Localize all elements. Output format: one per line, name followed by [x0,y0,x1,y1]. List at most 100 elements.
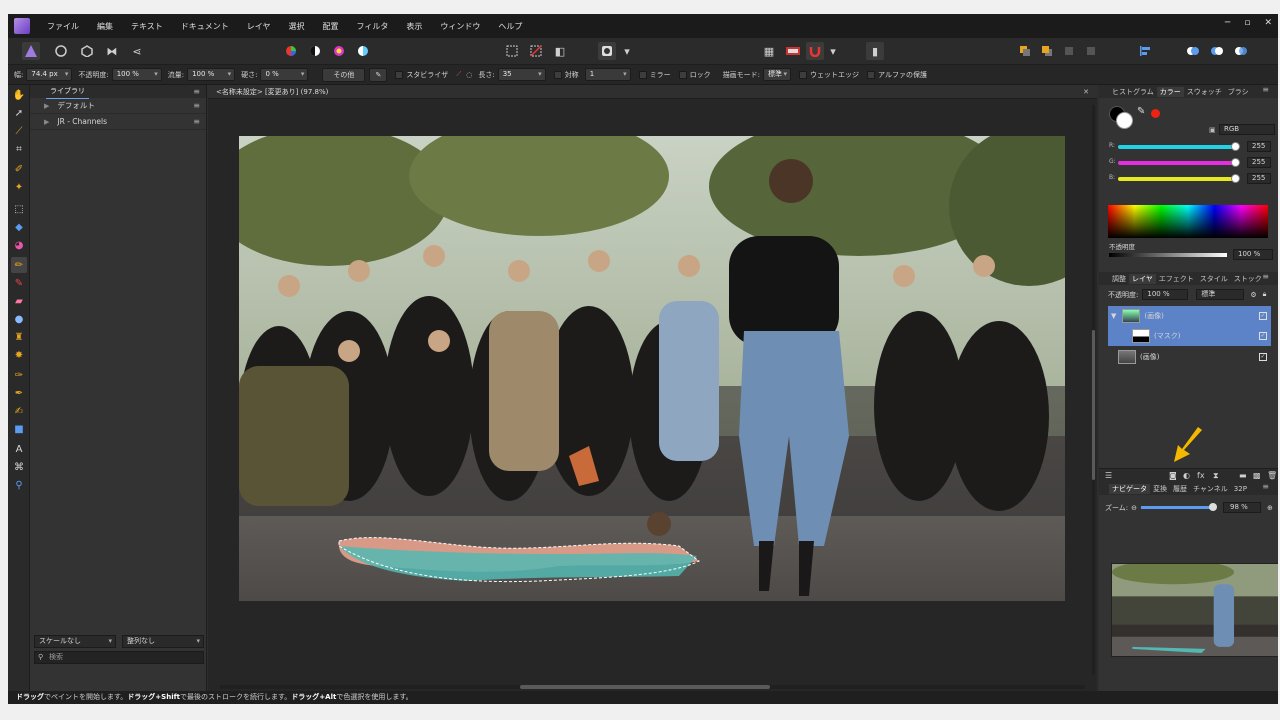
layer-lock-icon[interactable]: 🔒︎ [1263,290,1267,299]
zoom-tool-icon[interactable]: ⚲ [11,477,27,493]
add-mask-icon[interactable]: ◙ [1169,471,1177,480]
zoom-slider[interactable] [1141,503,1218,511]
maximize-button[interactable]: ▫ [1244,18,1250,28]
item-menu-icon[interactable]: ≡ [193,114,200,130]
zoom-slider-knob[interactable] [1209,503,1218,511]
tab-layers[interactable]: レイヤ [1129,273,1156,284]
primary-color-swatch[interactable] [1116,112,1133,129]
zoom-field[interactable]: 98 % [1223,502,1262,513]
menu-filter[interactable]: フィルタ [348,21,398,32]
blue-slider[interactable] [1118,174,1240,183]
crop-tool-icon[interactable]: ⌗ [11,141,27,157]
length-field[interactable]: 35 [497,68,546,81]
white-balance-icon[interactable] [354,42,372,60]
layer-visibility-checkbox[interactable]: ✓ [1259,332,1267,340]
smudge-tool-icon[interactable]: ✑ [11,367,27,383]
flood-select-icon[interactable]: ✦ [11,179,27,195]
library-item[interactable]: ▶ JR - Channels ≡ [30,114,206,130]
item-menu-icon[interactable]: ≡ [193,98,200,114]
rope-mode-icon[interactable]: ⟋ [456,70,461,79]
menu-select[interactable]: 選択 [280,21,314,32]
document-tab[interactable]: <名称未設定> [変更あり] (97.8%) ✕ [208,85,1097,99]
blend-mode-select[interactable]: 標準 [763,68,792,81]
quick-mask-dropdown-icon[interactable]: ▾ [618,42,636,60]
expand-arrow-icon[interactable]: ▶ [44,118,49,126]
invert-selection-icon[interactable]: ◧ [551,42,569,60]
tone-mapping-persona-icon[interactable]: ⧓ [103,42,121,60]
color-model-select[interactable]: RGB [1219,124,1275,135]
close-window-button[interactable]: ✕ [1264,18,1272,28]
vertical-scroll-thumb[interactable] [1092,330,1095,480]
color-opacity-field[interactable]: 100 % [1233,249,1273,260]
deselect-icon[interactable] [527,42,545,60]
red-slider-knob[interactable] [1231,142,1240,151]
blur-tool-icon[interactable]: ✸ [11,347,27,363]
green-slider-knob[interactable] [1231,158,1240,167]
tab-32p[interactable]: 32P [1231,485,1250,493]
marquee-select-icon[interactable] [503,42,521,60]
library-item[interactable]: ▶ デフォルト ≡ [30,98,206,114]
clone-tool-icon[interactable]: ♜ [11,329,27,345]
saturation-icon[interactable] [330,42,348,60]
photo-canvas[interactable] [239,136,1065,601]
zoom-in-icon[interactable]: ⊕ [1267,504,1273,512]
add-group-icon[interactable]: ▬ [1239,471,1247,480]
tab-histogram[interactable]: ヒストグラム [1109,87,1157,97]
mesh-warp-icon[interactable]: ⌘ [11,459,27,475]
live-filter-icon[interactable]: ⧗ [1213,471,1219,481]
green-value-field[interactable]: 255 [1247,157,1271,168]
paint-brush-tool-icon[interactable]: ✏ [11,257,27,273]
layer-blend-select[interactable]: 標準 [1196,289,1245,300]
healing-brush-icon[interactable]: ✒ [11,385,27,401]
red-value-field[interactable]: 255 [1247,141,1271,152]
layer-row-background[interactable]: (画像) ✓ [1108,347,1271,367]
marquee-tool-icon[interactable]: ⬚ [11,201,27,217]
vertical-scrollbar[interactable] [1092,105,1095,675]
add-pixel-layer-icon[interactable]: ▩ [1253,471,1261,480]
blue-slider-knob[interactable] [1231,174,1240,183]
rectangle-tool-icon[interactable]: ■ [11,421,27,437]
quick-mask-icon[interactable] [598,42,616,60]
snapping-magnet-icon[interactable] [806,42,824,60]
tab-swatches[interactable]: スウォッチ [1184,87,1225,97]
tab-styles[interactable]: スタイル [1197,274,1231,284]
library-tab[interactable]: ライブラリ [46,85,89,99]
boolean-intersect-icon[interactable] [1232,42,1250,60]
stabilizer-checkbox[interactable] [395,70,404,79]
lock-checkbox[interactable] [678,70,687,79]
menu-view[interactable]: 表示 [397,21,431,32]
view-tool-icon[interactable]: ✋ [11,87,27,103]
tab-transform[interactable]: 変換 [1150,484,1170,494]
panel-menu-icon[interactable]: ≡ [193,85,200,98]
align-icon[interactable] [1136,42,1154,60]
flood-fill-icon[interactable]: ◆ [11,219,27,235]
menu-text[interactable]: テキスト [122,21,172,32]
arrange-forward-icon[interactable] [1038,42,1056,60]
color-opacity-slider[interactable] [1109,253,1227,257]
photo-persona-icon[interactable] [22,42,40,60]
tab-effects[interactable]: エフェクト [1156,274,1197,284]
tab-history[interactable]: 履歴 [1170,484,1190,494]
layers-panel-menu-icon[interactable]: ≡ [1259,272,1272,281]
layer-stack-icon[interactable]: ☰ [1105,471,1112,480]
develop-persona-icon[interactable] [78,42,96,60]
navigator-menu-icon[interactable]: ≡ [1259,482,1272,491]
library-search-input[interactable]: 検索 [34,651,204,664]
menu-help[interactable]: ヘルプ [489,21,531,32]
symmetry-field[interactable]: 1 [584,68,631,81]
mirror-checkbox[interactable] [638,70,647,79]
green-slider[interactable] [1118,158,1240,167]
expand-arrow-icon[interactable]: ▶ [44,102,49,110]
layer-row-mask[interactable]: (マスク) ✓ [1108,326,1271,346]
arrange-disabled-2-icon[interactable] [1082,42,1100,60]
layer-opacity-field[interactable]: 100 % [1142,289,1189,300]
export-persona-icon[interactable]: ⋖ [128,42,146,60]
blue-value-field[interactable]: 255 [1247,173,1271,184]
more-button[interactable]: その他 [322,67,366,82]
arrange-back-icon[interactable] [1016,42,1034,60]
grid-icon[interactable]: ▦ [760,42,778,60]
scale-select[interactable]: スケールなし [34,635,116,648]
layer-settings-icon[interactable]: ⚙ [1250,291,1256,299]
brush-settings-icon[interactable]: ✎ [369,67,388,82]
flow-field[interactable]: 100 % [187,68,236,81]
